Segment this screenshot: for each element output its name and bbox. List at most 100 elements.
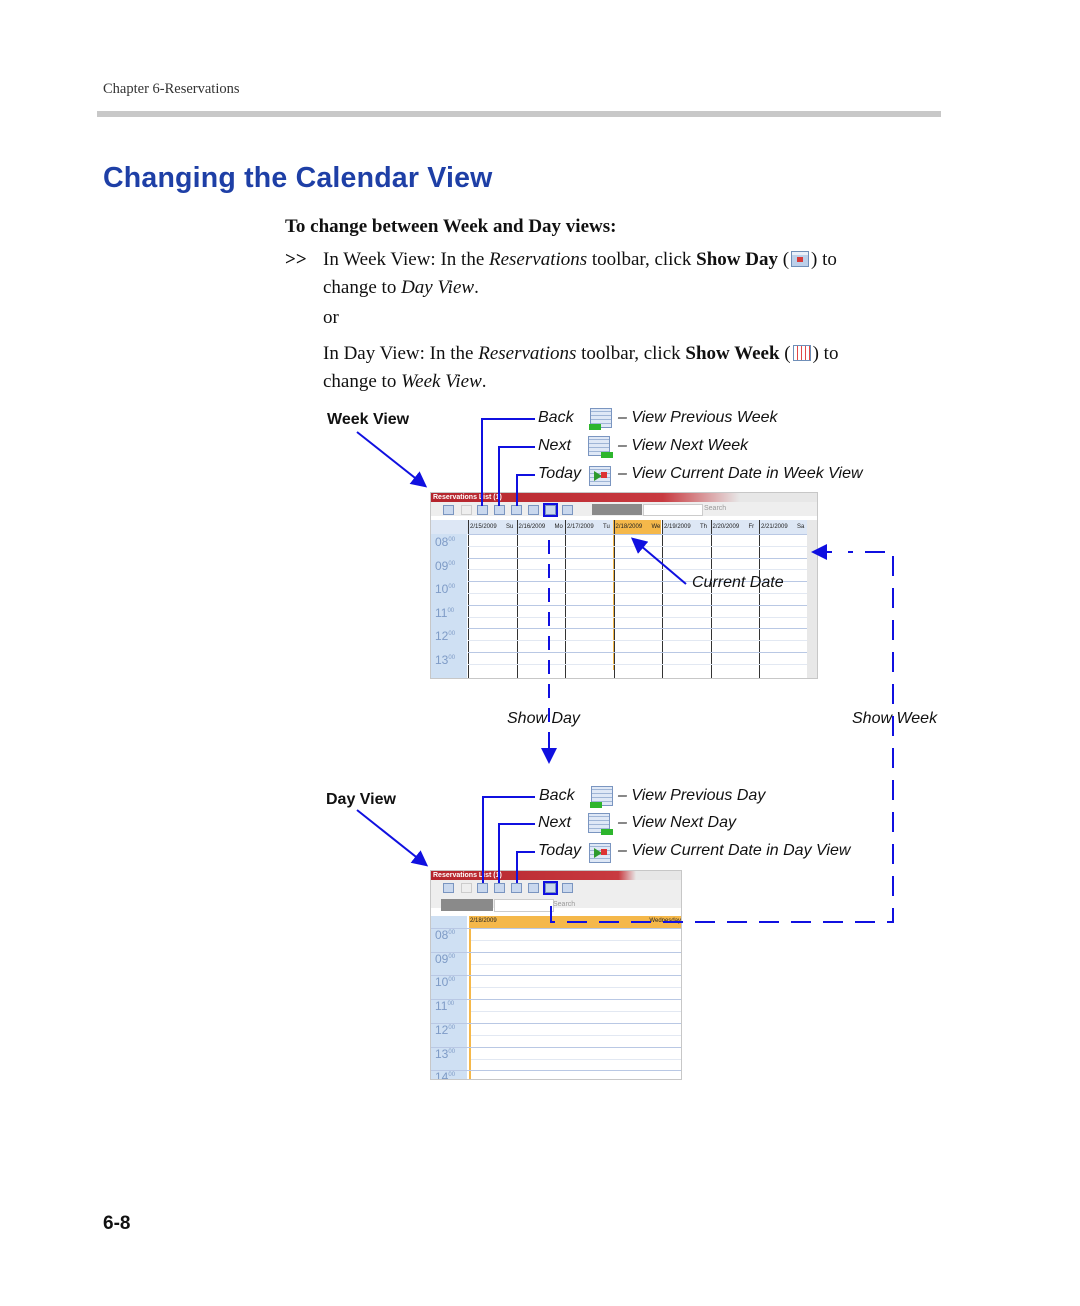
hour-label: 1100 (435, 999, 455, 1014)
step-day-to-week: In Day View: In the Reservations toolbar… (323, 340, 838, 396)
day-back-label: Back (539, 787, 575, 804)
search-input[interactable] (494, 899, 554, 912)
back-button[interactable] (477, 883, 488, 893)
day-today-desc: – View Current Date in Day View (618, 842, 851, 859)
day-header-date: 2/20/2009 (712, 524, 740, 530)
new-icon[interactable] (443, 883, 454, 893)
time-slot-line (431, 1070, 681, 1072)
search-input[interactable] (643, 504, 703, 516)
button-name: Show Week (685, 343, 780, 364)
current-day-column (613, 520, 663, 670)
time-slot-line (471, 1058, 681, 1060)
text: ) to (812, 343, 839, 364)
text: toolbar, click (576, 343, 686, 364)
print-icon[interactable] (562, 883, 573, 893)
hour-label: 1100 (435, 605, 455, 620)
day-header-weekday: Sa (797, 524, 805, 530)
time-slot-line (431, 1046, 681, 1048)
reservations-toolbar: Search (431, 880, 681, 912)
back-button[interactable] (477, 505, 488, 515)
day-today-label: Today (538, 842, 581, 859)
show-week-icon (792, 345, 811, 361)
toolbar-name: Reservations (489, 249, 588, 270)
next-button[interactable] (494, 883, 505, 893)
day-column-divider (565, 520, 566, 678)
week-today-desc: – View Current Date in Week View (618, 465, 863, 482)
hour-label: 0800 (435, 535, 456, 549)
filter-dropdown[interactable] (592, 504, 642, 515)
delete-icon[interactable] (461, 883, 472, 893)
next-button[interactable] (494, 505, 505, 515)
day-header-date: 2/21/2009 (761, 524, 788, 530)
day-header-weekday: Mo (554, 524, 563, 530)
week-back-desc: – View Previous Week (618, 409, 778, 426)
calendar-today-icon (589, 843, 611, 863)
text: ( (779, 343, 791, 364)
hour-label: 0900 (435, 558, 456, 573)
time-slot-line (468, 604, 807, 606)
time-slot-line (468, 616, 807, 618)
time-slot-line (468, 569, 807, 571)
week-view-label: Week View (327, 411, 410, 428)
bullet-marker: >> (285, 249, 307, 270)
time-slot-line (468, 663, 807, 665)
page-number: 6-8 (103, 1213, 131, 1234)
day-back-desc: – View Previous Day (618, 787, 766, 804)
calendar-back-icon (589, 408, 612, 430)
text: . (474, 277, 479, 298)
week-today-label: Today (538, 465, 581, 482)
day-column-divider (516, 520, 518, 678)
day-header-weekday: Th (700, 524, 708, 530)
text: change to (323, 277, 402, 298)
text: ) to (811, 249, 837, 270)
scrollbar[interactable] (807, 520, 817, 678)
header-rule (97, 111, 941, 117)
window-title: Reservations List (1) (431, 493, 817, 502)
show-week-button[interactable] (528, 505, 539, 515)
show-week-button[interactable] (543, 881, 558, 895)
week-view-arrow (356, 431, 428, 488)
day-header-date: 2/17/2009 (567, 524, 594, 530)
search-label: Search (553, 901, 576, 908)
day-header-date: 2/16/2009 (518, 524, 546, 530)
today-button[interactable] (511, 505, 522, 515)
procedure-heading: To change between Week and Day views: (285, 216, 617, 237)
new-icon[interactable] (443, 505, 454, 515)
day-weekday: Wednesday (649, 918, 681, 924)
calendar-today-icon (589, 466, 611, 486)
current-date-label: Current Date (692, 574, 784, 591)
time-slot-line (431, 975, 681, 977)
text: ( (777, 249, 790, 270)
day-column-divider (759, 520, 760, 678)
show-day-icon (791, 251, 810, 267)
week-next-desc: – View Next Week (618, 437, 749, 454)
window-title: Reservations List (1) (431, 871, 681, 880)
time-slot-line (468, 593, 807, 594)
search-label: Search (704, 505, 727, 512)
time-slot-line (471, 1011, 681, 1013)
day-view-arrow (356, 809, 429, 867)
day-header-date: 2/18/2009 (615, 524, 643, 530)
day-column-divider (613, 520, 615, 678)
toolbar-name: Reservations (478, 343, 577, 364)
day-view-label: Day View (326, 791, 396, 808)
time-slot-line (468, 545, 807, 547)
day-header-date: 2/15/2009 (470, 524, 497, 530)
show-day-button[interactable] (528, 883, 539, 893)
filter-dropdown[interactable] (441, 899, 493, 911)
hour-label: 1300 (435, 653, 456, 667)
reservations-toolbar: Search (431, 502, 817, 517)
section-title: Changing the Calendar View (103, 162, 493, 194)
delete-icon[interactable] (461, 505, 472, 515)
time-slot-line (471, 1034, 681, 1036)
day-header-date: 2/19/2009 (664, 524, 691, 530)
time-slot-line (471, 940, 681, 941)
print-icon[interactable] (562, 505, 573, 515)
week-next-label: Next (538, 437, 571, 454)
show-day-label: Show Day (507, 710, 580, 727)
calendar-next-icon (588, 813, 613, 835)
today-button[interactable] (511, 883, 522, 893)
calendar-back-icon (590, 786, 613, 808)
text: toolbar, click (587, 249, 697, 270)
show-day-button[interactable] (543, 503, 558, 517)
